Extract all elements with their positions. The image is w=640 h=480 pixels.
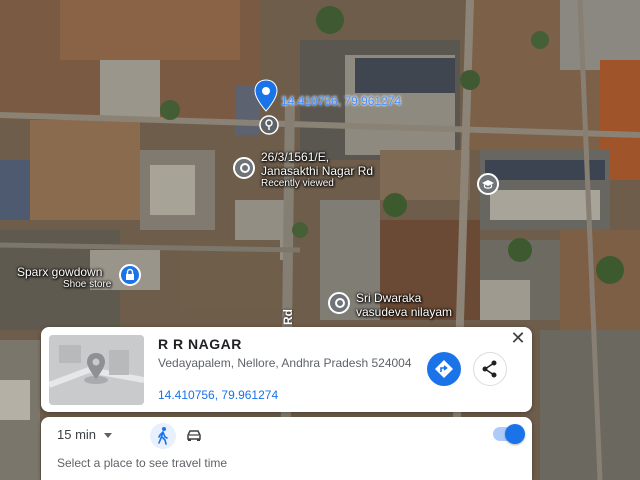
time-dropdown[interactable]: 15 min xyxy=(57,427,113,442)
place-pin-icon[interactable] xyxy=(328,292,350,314)
place-label-2[interactable]: Sparx gowdown Shoe store xyxy=(17,265,111,291)
travel-time-bar: 15 min Select a place to see travel time xyxy=(41,417,532,480)
location-marker-icon[interactable] xyxy=(258,114,280,136)
share-icon xyxy=(482,360,497,378)
shopping-bag-pin-icon[interactable] xyxy=(118,263,142,287)
travel-time-toggle[interactable] xyxy=(493,424,525,444)
travel-hint: Select a place to see travel time xyxy=(57,456,228,470)
directions-icon xyxy=(435,360,453,378)
place-name-line2: vasudeva nilayam xyxy=(356,305,453,319)
place-thumbnail[interactable] xyxy=(49,335,144,405)
place-note: Shoe store xyxy=(63,279,112,290)
place-title: R R NAGAR xyxy=(158,336,242,352)
place-label-3[interactable]: Sri Dwaraka vasudeva nilayam xyxy=(356,291,452,319)
dropped-pin-icon[interactable] xyxy=(253,78,283,118)
place-name: 26/3/1561/E, xyxy=(261,150,330,164)
place-label-1[interactable]: 26/3/1561/E, Janasakthi Nagar Rd Recentl… xyxy=(261,150,373,190)
walk-icon xyxy=(158,427,168,445)
thumbnail-map-icon xyxy=(49,335,144,405)
place-pin-icon[interactable] xyxy=(233,157,255,179)
directions-button[interactable] xyxy=(427,352,461,386)
share-button[interactable] xyxy=(473,352,507,386)
place-address: Vedayapalem, Nellore, Andhra Pradesh 524… xyxy=(158,356,412,370)
close-button[interactable]: ✕ xyxy=(509,329,527,347)
toggle-knob xyxy=(505,424,525,444)
place-coords[interactable]: 14.410756, 79.961274 xyxy=(158,388,278,402)
place-name-line2: Janasakthi Nagar Rd xyxy=(261,164,374,178)
place-note: Recently viewed xyxy=(261,178,334,189)
place-card: R R NAGAR Vedayapalem, Nellore, Andhra P… xyxy=(41,327,532,412)
chevron-down-icon xyxy=(104,433,113,439)
car-icon xyxy=(187,430,201,441)
school-pin-icon[interactable] xyxy=(476,172,500,196)
drive-mode-button[interactable] xyxy=(181,423,207,449)
walk-mode-button[interactable] xyxy=(150,423,176,449)
time-value: 15 min xyxy=(57,427,97,442)
road-label: Rd xyxy=(281,309,295,325)
place-name: Sparx gowdown xyxy=(17,265,103,279)
dropped-pin-coords: 14.410756, 79.961274 xyxy=(281,94,402,108)
place-name: Sri Dwaraka xyxy=(356,291,422,305)
